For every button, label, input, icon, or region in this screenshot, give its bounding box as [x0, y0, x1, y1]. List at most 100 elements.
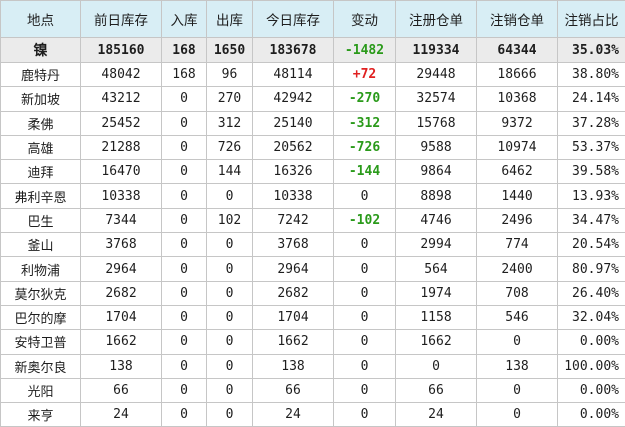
- cell-prev-stock: 10338: [81, 184, 162, 208]
- cell-cancelled: 64344: [477, 38, 558, 63]
- cell-cancel-ratio: 35.03%: [558, 38, 625, 63]
- cell-cancel-ratio: 39.58%: [558, 160, 625, 184]
- cell-cancel-ratio: 0.00%: [558, 330, 625, 354]
- header-today-stock: 今日库存: [253, 1, 334, 38]
- cell-prev-stock: 7344: [81, 208, 162, 232]
- cell-today-stock: 3768: [253, 233, 334, 257]
- table-row: 利物浦29640029640564240080.97%: [1, 257, 625, 281]
- cell-prev-stock: 16470: [81, 160, 162, 184]
- cell-today-stock: 2964: [253, 257, 334, 281]
- cell-change: -726: [334, 135, 396, 159]
- cell-cancelled: 18666: [477, 63, 558, 87]
- table-row: 柔佛25452031225140-31215768937237.28%: [1, 111, 625, 135]
- cell-registered: 0: [396, 354, 477, 378]
- cell-registered: 1662: [396, 330, 477, 354]
- cell-cancelled: 2496: [477, 208, 558, 232]
- cell-cancelled: 10368: [477, 87, 558, 111]
- cell-inbound: 0: [162, 160, 207, 184]
- cell-change: 0: [334, 403, 396, 427]
- cell-change: 0: [334, 257, 396, 281]
- header-cancel-ratio: 注销占比: [558, 1, 625, 38]
- cell-today-stock: 1704: [253, 305, 334, 329]
- cell-cancel-ratio: 38.80%: [558, 63, 625, 87]
- cell-cancel-ratio: 80.97%: [558, 257, 625, 281]
- cell-today-stock: 10338: [253, 184, 334, 208]
- cell-cancelled: 138: [477, 354, 558, 378]
- inventory-table: 地点前日库存入库出库今日库存变动注册仓单注销仓单注销占比 镍1851601681…: [0, 0, 625, 427]
- cell-cancel-ratio: 100.00%: [558, 354, 625, 378]
- cell-location: 镍: [1, 38, 81, 63]
- cell-inbound: 0: [162, 111, 207, 135]
- table-row: 巴生734401027242-1024746249634.47%: [1, 208, 625, 232]
- cell-cancelled: 2400: [477, 257, 558, 281]
- header-inbound: 入库: [162, 1, 207, 38]
- cell-change: 0: [334, 354, 396, 378]
- cell-inbound: 168: [162, 38, 207, 63]
- cell-cancelled: 10974: [477, 135, 558, 159]
- cell-prev-stock: 21288: [81, 135, 162, 159]
- cell-change: 0: [334, 281, 396, 305]
- header-registered: 注册仓单: [396, 1, 477, 38]
- cell-outbound: 0: [207, 330, 253, 354]
- cell-today-stock: 183678: [253, 38, 334, 63]
- cell-prev-stock: 48042: [81, 63, 162, 87]
- header-outbound: 出库: [207, 1, 253, 38]
- table-row: 安特卫普16620016620166200.00%: [1, 330, 625, 354]
- cell-cancelled: 774: [477, 233, 558, 257]
- header-change: 变动: [334, 1, 396, 38]
- cell-outbound: 0: [207, 378, 253, 402]
- cell-outbound: 0: [207, 305, 253, 329]
- cell-location: 巴生: [1, 208, 81, 232]
- cell-outbound: 0: [207, 403, 253, 427]
- table-row: 巴尔的摩17040017040115854632.04%: [1, 305, 625, 329]
- cell-today-stock: 1662: [253, 330, 334, 354]
- cell-inbound: 0: [162, 233, 207, 257]
- cell-inbound: 0: [162, 378, 207, 402]
- cell-today-stock: 42942: [253, 87, 334, 111]
- cell-outbound: 270: [207, 87, 253, 111]
- cell-cancelled: 708: [477, 281, 558, 305]
- table-row: 釜山37680037680299477420.54%: [1, 233, 625, 257]
- cell-location: 柔佛: [1, 111, 81, 135]
- cell-inbound: 0: [162, 354, 207, 378]
- cell-inbound: 0: [162, 403, 207, 427]
- cell-location: 弗利辛恩: [1, 184, 81, 208]
- cell-location: 高雄: [1, 135, 81, 159]
- cell-cancelled: 1440: [477, 184, 558, 208]
- cell-change: 0: [334, 330, 396, 354]
- cell-prev-stock: 3768: [81, 233, 162, 257]
- cell-inbound: 0: [162, 281, 207, 305]
- cell-cancel-ratio: 34.47%: [558, 208, 625, 232]
- cell-location: 光阳: [1, 378, 81, 402]
- cell-cancelled: 0: [477, 403, 558, 427]
- cell-registered: 119334: [396, 38, 477, 63]
- cell-inbound: 0: [162, 305, 207, 329]
- cell-location: 釜山: [1, 233, 81, 257]
- cell-registered: 4746: [396, 208, 477, 232]
- header-cancelled: 注销仓单: [477, 1, 558, 38]
- cell-prev-stock: 185160: [81, 38, 162, 63]
- cell-cancel-ratio: 26.40%: [558, 281, 625, 305]
- cell-prev-stock: 138: [81, 354, 162, 378]
- cell-today-stock: 66: [253, 378, 334, 402]
- cell-location: 巴尔的摩: [1, 305, 81, 329]
- cell-change: 0: [334, 378, 396, 402]
- cell-registered: 32574: [396, 87, 477, 111]
- cell-change: -312: [334, 111, 396, 135]
- cell-change: 0: [334, 184, 396, 208]
- cell-change: -144: [334, 160, 396, 184]
- cell-prev-stock: 1662: [81, 330, 162, 354]
- cell-today-stock: 2682: [253, 281, 334, 305]
- cell-cancelled: 546: [477, 305, 558, 329]
- cell-change: 0: [334, 305, 396, 329]
- cell-cancel-ratio: 37.28%: [558, 111, 625, 135]
- cell-cancelled: 0: [477, 378, 558, 402]
- cell-outbound: 1650: [207, 38, 253, 63]
- cell-prev-stock: 24: [81, 403, 162, 427]
- cell-location: 新加坡: [1, 87, 81, 111]
- cell-today-stock: 138: [253, 354, 334, 378]
- cell-registered: 24: [396, 403, 477, 427]
- cell-location: 来亨: [1, 403, 81, 427]
- cell-outbound: 312: [207, 111, 253, 135]
- summary-row: 镍1851601681650183678-14821193346434435.0…: [1, 38, 625, 63]
